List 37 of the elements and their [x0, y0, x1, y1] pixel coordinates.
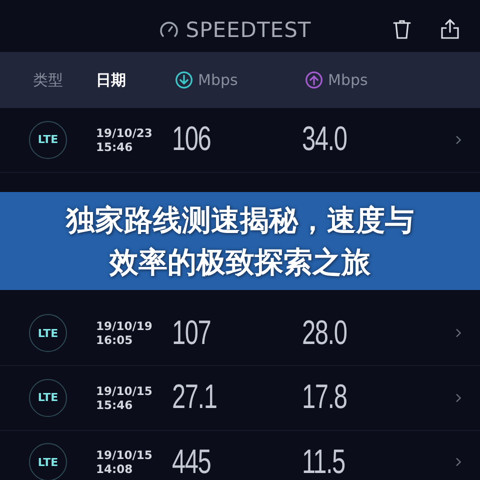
- test-date: 19/10/19: [96, 319, 152, 334]
- network-type-badge: LTE: [29, 314, 67, 352]
- trash-icon[interactable]: [392, 18, 412, 40]
- chevron-right-icon: [455, 392, 461, 403]
- download-speed: 107: [172, 314, 211, 353]
- upload-speed: 17.8: [302, 378, 347, 418]
- test-time: 14:08: [96, 462, 133, 476]
- column-header[interactable]: 类型: [33, 70, 63, 90]
- download-speed: 106: [172, 120, 211, 160]
- column-header[interactable]: Mbps: [198, 71, 238, 89]
- test-date: 19/10/23: [96, 126, 152, 140]
- upload-speed: 28.0: [302, 314, 347, 353]
- test-time: 16:05: [96, 333, 133, 348]
- test-time: 15:46: [96, 398, 133, 412]
- headline-text: 独家路线测速揭秘，速度与效率的极致探索之旅: [64, 202, 415, 280]
- share-icon[interactable]: [440, 18, 460, 40]
- chevron-right-icon: [455, 457, 461, 468]
- network-type-badge: LTE: [29, 443, 67, 480]
- result-row[interactable]: LTE 19/10/15 14:08 445 11.5: [0, 430, 480, 480]
- result-row[interactable]: LTE 19/10/15 15:46 27.1 17.8: [0, 366, 480, 430]
- upload-speed: 11.5: [302, 442, 345, 480]
- upload-speed: 34.0: [302, 120, 347, 160]
- column-header[interactable]: Mbps: [328, 71, 368, 89]
- column-header[interactable]: 日期: [96, 70, 126, 90]
- test-time: 15:46: [96, 140, 133, 154]
- download-speed: 27.1: [172, 378, 217, 418]
- test-date: 19/10/15: [96, 448, 152, 462]
- chevron-right-icon: [455, 134, 461, 145]
- gauge-icon: [158, 20, 179, 40]
- chevron-right-icon: [455, 328, 461, 338]
- download-speed: 445: [172, 442, 211, 480]
- test-date: 19/10/15: [96, 384, 152, 398]
- app-title: SPEEDTEST: [186, 18, 312, 42]
- result-row[interactable]: LTE 19/10/23 15:46 106 34.0: [0, 108, 480, 172]
- network-type-badge: LTE: [29, 378, 67, 417]
- network-type-badge: LTE: [29, 120, 67, 159]
- result-row[interactable]: LTE 19/10/19 16:05 107 28.0: [0, 302, 480, 366]
